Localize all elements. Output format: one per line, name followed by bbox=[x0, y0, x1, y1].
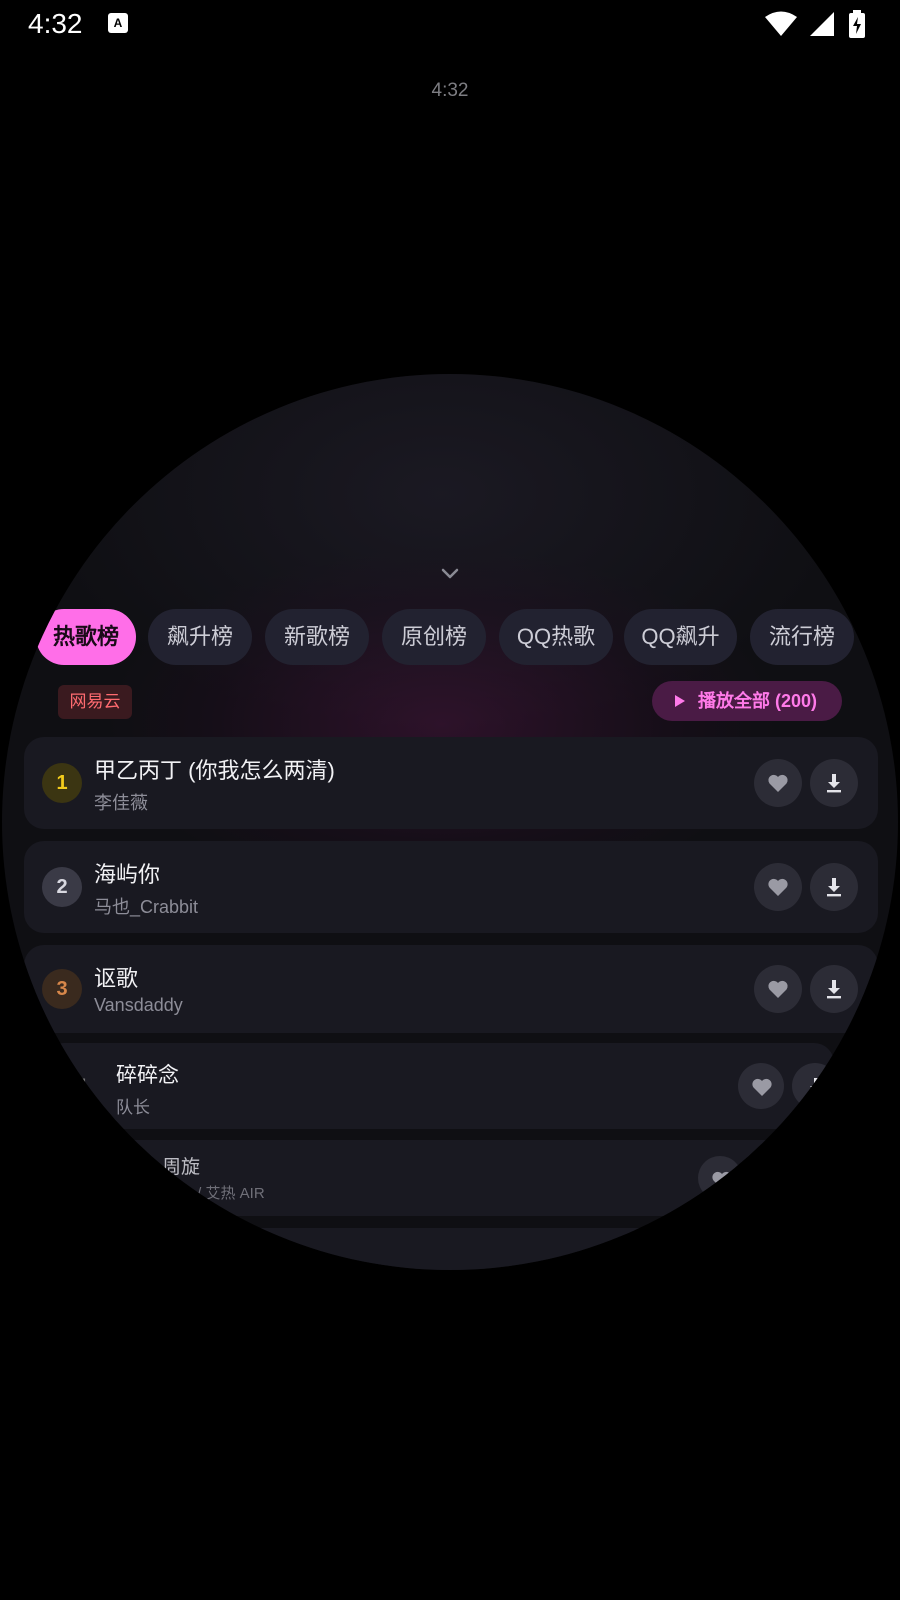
song-row[interactable]: 3 讴歌 Vansdaddy bbox=[24, 945, 878, 1033]
download-button[interactable] bbox=[810, 863, 858, 911]
song-row[interactable] bbox=[142, 1228, 762, 1270]
tab-qq-rising[interactable]: QQ飙升 bbox=[624, 609, 737, 665]
keyboard-a-icon: A bbox=[108, 13, 128, 33]
heart-icon bbox=[712, 1171, 732, 1189]
download-button[interactable] bbox=[810, 965, 858, 1013]
download-icon bbox=[827, 774, 841, 793]
source-badge: 网易云 bbox=[58, 685, 132, 719]
song-title: 海屿你 bbox=[94, 862, 161, 887]
heart-icon bbox=[752, 1078, 772, 1096]
song-title: 碎碎念 bbox=[116, 1064, 179, 1087]
rank-badge: 3 bbox=[42, 969, 82, 1009]
status-time: 4:32 bbox=[28, 8, 83, 39]
status-icons bbox=[764, 10, 874, 38]
chevron-down-icon[interactable] bbox=[440, 568, 460, 580]
like-button[interactable] bbox=[754, 965, 802, 1013]
rank-badge: 4 bbox=[77, 1075, 87, 1094]
rank-badge: 1 bbox=[42, 763, 82, 803]
song-artist: 队长 bbox=[116, 1098, 150, 1117]
song-row[interactable]: 4 碎碎念 队长 bbox=[44, 1043, 838, 1129]
song-artist: 马也_Crabbit bbox=[94, 897, 199, 917]
heart-icon bbox=[768, 878, 788, 896]
song-title: 讴歌 bbox=[94, 966, 139, 991]
play-all-label: 播放全部 (200) bbox=[698, 691, 818, 711]
song-artist: Vansdaddy bbox=[94, 995, 183, 1015]
tab-rising[interactable]: 飙升榜 bbox=[148, 609, 252, 665]
song-row[interactable]: 5 周旋 大 / 艾热 AIR bbox=[82, 1140, 818, 1216]
battery-charging-icon bbox=[849, 10, 865, 38]
download-button[interactable] bbox=[792, 1063, 838, 1109]
rank-badge: 5 bbox=[115, 1169, 125, 1186]
tab-original[interactable]: 原创榜 bbox=[382, 609, 486, 665]
song-title: 甲乙丙丁 (你我怎么两清) bbox=[94, 758, 335, 783]
screen: 4:32 A 4:32 热歌榜 飙升榜 新歌榜 原创榜 QQ热歌 QQ飙升 流行… bbox=[0, 0, 900, 1600]
play-icon bbox=[675, 695, 685, 707]
tab-qq-hot[interactable]: QQ热歌 bbox=[499, 609, 613, 665]
signal-icon bbox=[810, 12, 834, 36]
like-button[interactable] bbox=[698, 1156, 742, 1200]
song-artist: 李佳薇 bbox=[94, 793, 148, 813]
rank-badge: 2 bbox=[42, 867, 82, 907]
song-row[interactable]: 1 甲乙丙丁 (你我怎么两清) 李佳薇 bbox=[24, 737, 878, 829]
chart-tabs: 热歌榜 飙升榜 新歌榜 原创榜 QQ热歌 QQ飙升 流行榜 bbox=[2, 609, 898, 665]
heart-icon bbox=[768, 774, 788, 792]
like-button[interactable] bbox=[738, 1063, 784, 1109]
heart-icon bbox=[768, 980, 788, 998]
download-button[interactable] bbox=[810, 759, 858, 807]
tab-hot[interactable]: 热歌榜 bbox=[36, 609, 136, 665]
tab-popular[interactable]: 流行榜 bbox=[750, 609, 854, 665]
download-icon bbox=[827, 878, 841, 897]
download-icon bbox=[827, 980, 841, 999]
song-title: 周旋 bbox=[162, 1157, 201, 1178]
play-all-button[interactable]: 播放全部 (200) bbox=[652, 681, 842, 721]
clock-text: 4:32 bbox=[431, 80, 469, 101]
song-row[interactable]: 2 海屿你 马也_Crabbit bbox=[24, 841, 878, 933]
chart-panel: 热歌榜 飙升榜 新歌榜 原创榜 QQ热歌 QQ飙升 流行榜 网易云 播放全部 (… bbox=[2, 374, 898, 1270]
like-button[interactable] bbox=[754, 863, 802, 911]
wifi-icon bbox=[765, 11, 797, 36]
status-bar: 4:32 A bbox=[0, 0, 900, 48]
song-artist: 大 / 艾热 AIR bbox=[178, 1185, 265, 1202]
tab-new[interactable]: 新歌榜 bbox=[265, 609, 369, 665]
like-button[interactable] bbox=[754, 759, 802, 807]
download-icon bbox=[809, 1078, 823, 1097]
svg-text:A: A bbox=[114, 16, 123, 30]
